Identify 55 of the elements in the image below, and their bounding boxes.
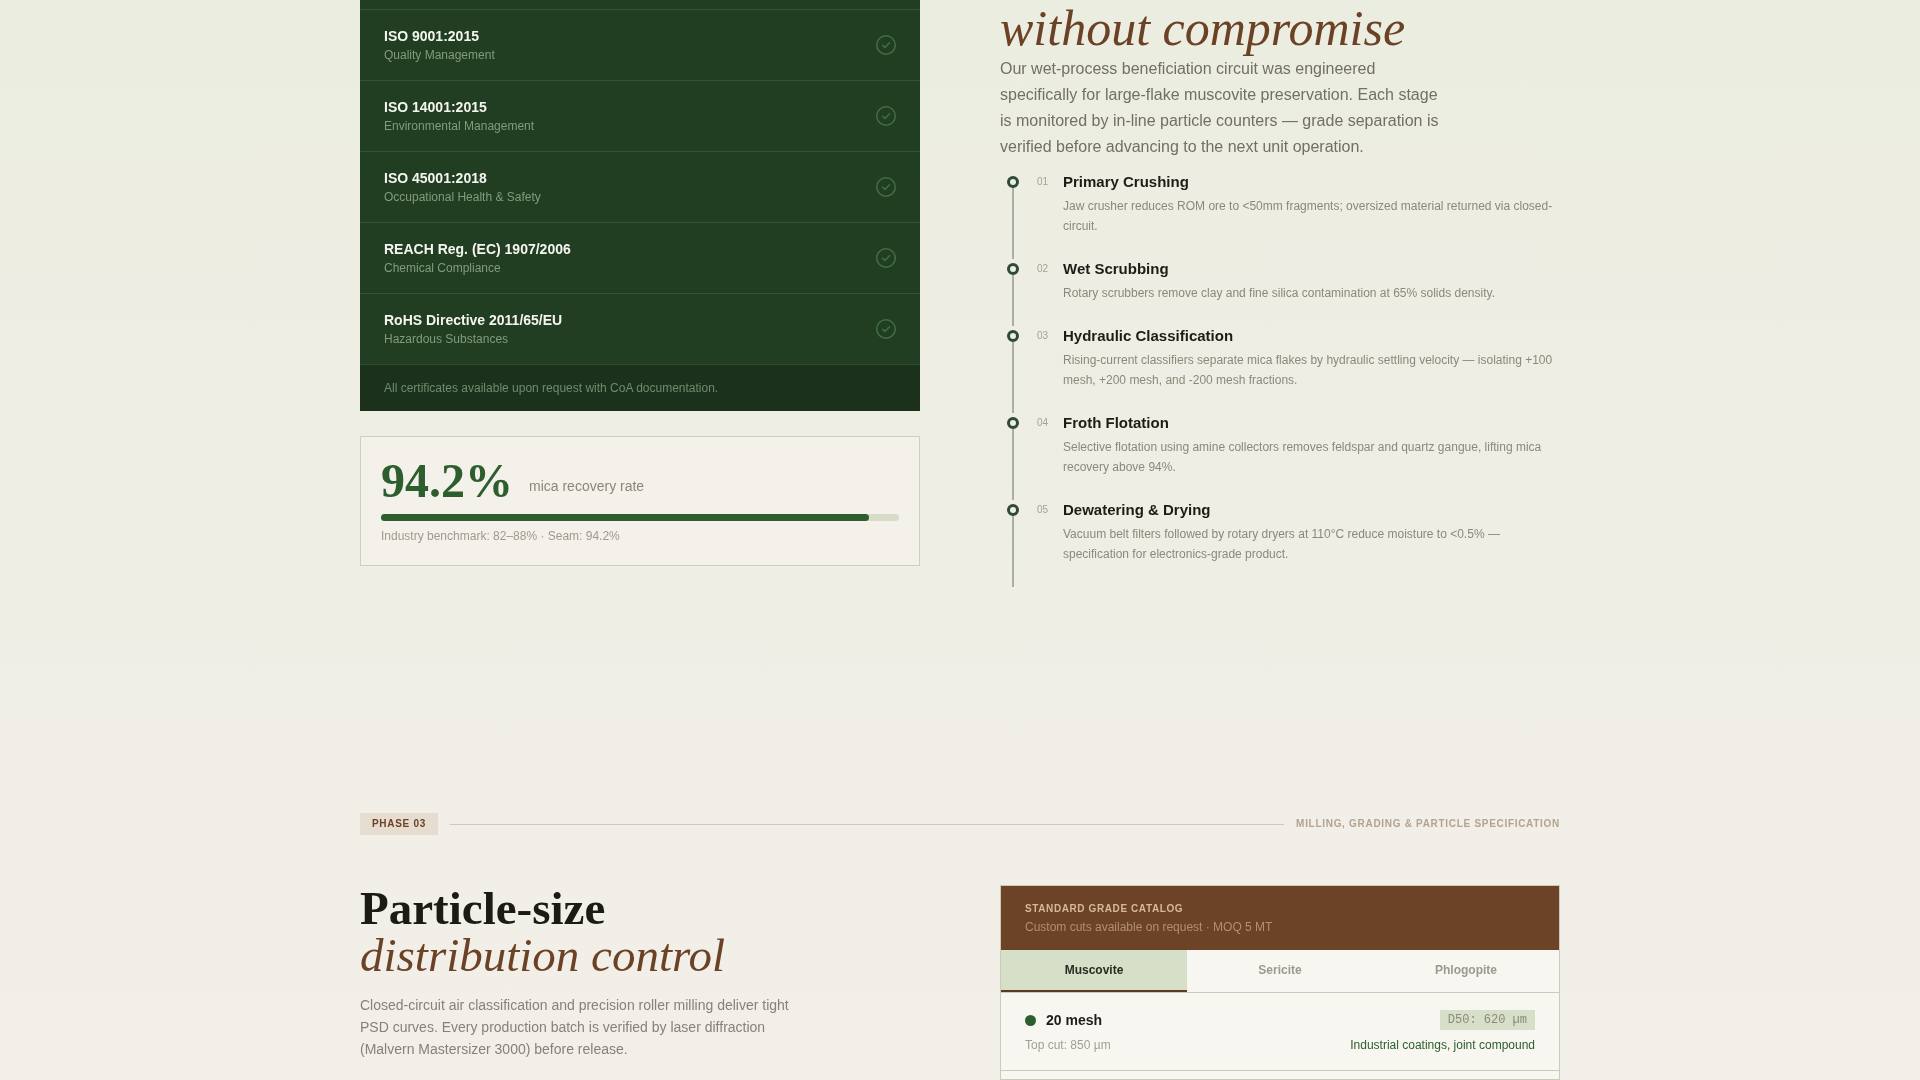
check-circle-icon xyxy=(876,177,896,197)
catalog-title: STANDARD GRADE CATALOG xyxy=(1025,902,1185,916)
ring-icon xyxy=(1007,176,1019,188)
cert-subtitle: Quality Management xyxy=(384,47,495,63)
intro-text: Our wet-process beneficiation circuit was engineered specifically for large-flake muscovite preservation. Each stage is monitored by in-line particle counters — grade separation is verified before advancing to the next unit operation. xyxy=(1000,59,1440,157)
section-heading: Particle-size xyxy=(360,885,607,932)
step-description: Selective flotation using amine collectors removes feldspar and quartz gangue, lifting mica recovery above 94%. xyxy=(1063,439,1543,476)
cert-subtitle: Chemical Compliance xyxy=(384,260,502,276)
ring-icon xyxy=(1007,330,1019,342)
step-description: Rising-current classifiers separate mica flakes by hydraulic settling velocity — isolating +100 mesh, +200 mesh, and -200 mesh fractions. xyxy=(1063,352,1554,389)
ring-icon xyxy=(1007,504,1019,516)
cert-title: ISO 9001:2015 xyxy=(384,27,480,45)
step-title: Primary Crushing xyxy=(1063,172,1190,192)
step-number: 01 xyxy=(1037,175,1050,189)
recovery-label: mica recovery rate xyxy=(529,477,645,496)
grade-tab[interactable]: Muscovite xyxy=(1001,950,1187,992)
certificates-note: All certificates available upon request with CoA documentation. xyxy=(384,380,720,397)
step-title: Froth Flotation xyxy=(1063,413,1170,433)
check-circle-icon xyxy=(876,248,896,268)
grade-tab[interactable]: Sericite xyxy=(1187,950,1373,992)
step-title: Hydraulic Classification xyxy=(1063,326,1235,346)
d50-tag: D50: 620 µm xyxy=(1439,1010,1535,1030)
step-number: 04 xyxy=(1037,416,1050,430)
ring-icon xyxy=(1007,263,1019,275)
cert-title: ISO 45001:2018 xyxy=(384,169,488,187)
phase-caption: MILLING, GRADING & PARTICLE SPECIFICATION xyxy=(1296,817,1560,831)
top-cut-text: Top cut: 850 µm xyxy=(1025,1037,1111,1053)
step-description: Rotary scrubbers remove clay and fine silica contamination at 65% solids density. xyxy=(1063,285,1496,302)
grade-tab[interactable]: Phlogopite xyxy=(1373,950,1559,992)
phase-badge: PHASE 03 xyxy=(360,813,438,835)
recovery-value: 94.2% xyxy=(381,457,513,505)
step-number: 02 xyxy=(1037,262,1050,276)
cert-subtitle: Hazardous Substances xyxy=(384,331,510,347)
ring-icon xyxy=(1007,417,1019,429)
check-circle-icon xyxy=(876,106,896,126)
step-title: Wet Scrubbing xyxy=(1063,259,1170,279)
benchmark-note: Industry benchmark: 82–88% · Seam: 94.2% xyxy=(381,528,621,544)
check-circle-icon xyxy=(876,35,896,55)
section-heading-accent: distribution control xyxy=(360,932,727,979)
cert-title: REACH Reg. (EC) 1907/2006 xyxy=(384,240,571,258)
step-number: 05 xyxy=(1037,503,1050,517)
catalog-subtitle: Custom cuts available on request · MOQ 5 MT xyxy=(1025,919,1274,935)
cert-subtitle: Environmental Management xyxy=(384,118,535,134)
step-number: 03 xyxy=(1037,329,1050,343)
step-description: Jaw crusher reduces ROM ore to <50mm fragments; oversized material returned via closed-circuit. xyxy=(1063,198,1554,235)
cert-title: RoHS Directive 2011/65/EU xyxy=(384,311,563,329)
cert-subtitle: Occupational Health & Safety xyxy=(384,189,541,205)
grade-mesh: 20 mesh xyxy=(1046,1011,1103,1030)
step-title: Dewatering & Drying xyxy=(1063,500,1212,520)
cert-title: ISO 14001:2015 xyxy=(384,98,488,116)
step-description: Vacuum belt filters followed by rotary dryers at 110°C reduce moisture to <0.5% — specification for electronics-grade product. xyxy=(1063,526,1501,563)
section-heading: without compromise xyxy=(1000,0,1407,56)
applications-text: Industrial coatings, joint compound xyxy=(1350,1037,1535,1053)
intro-text: Closed-circuit air classification and precision roller milling deliver tight PSD curves. Every production batch is verified by laser diffraction (Malvern Mastersizer 3000) before release. xyxy=(360,996,790,1059)
check-circle-icon xyxy=(876,319,896,339)
